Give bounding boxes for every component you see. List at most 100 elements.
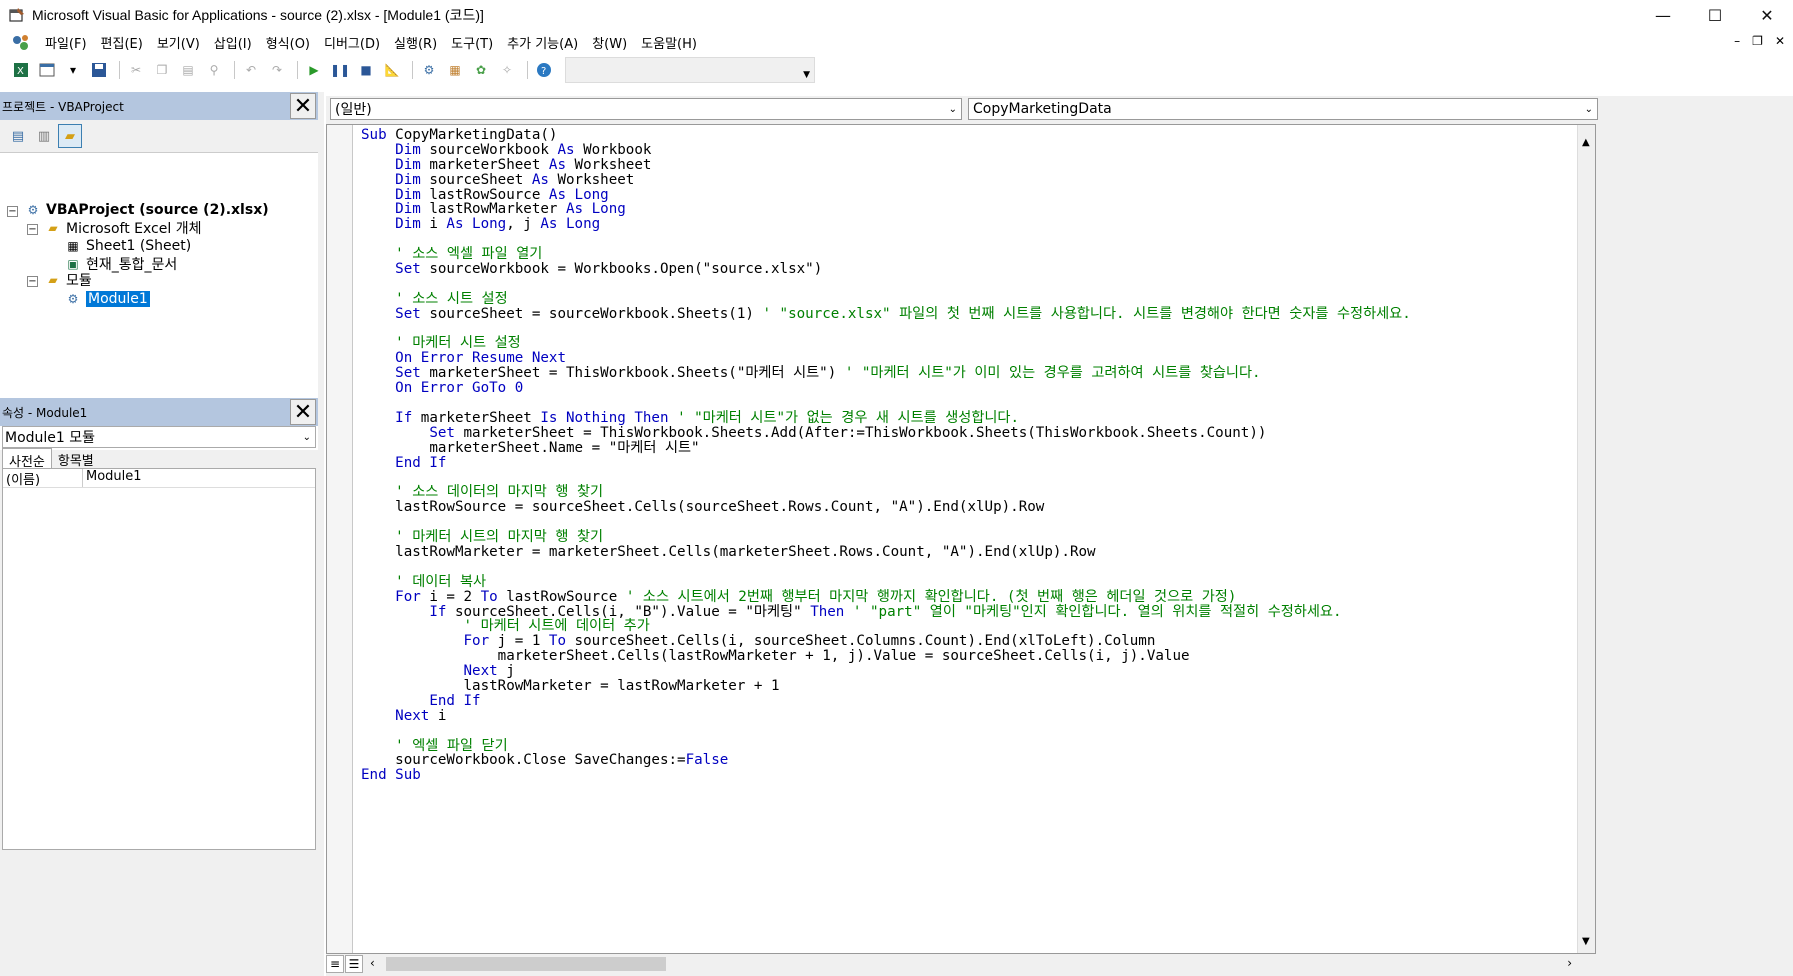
code-line[interactable]: Dim sourceWorkbook As Workbook bbox=[361, 142, 1411, 158]
break-button[interactable]: ❚❚ bbox=[329, 59, 351, 81]
procedure-view-button[interactable]: ≡ bbox=[326, 955, 344, 973]
toolbox-button[interactable]: ✧ bbox=[496, 59, 518, 81]
code-text[interactable]: Sub CopyMarketingData() Dim sourceWorkbo… bbox=[361, 127, 1411, 783]
chevron-down-icon[interactable]: ▼ bbox=[803, 70, 810, 80]
view-excel-button[interactable]: X bbox=[10, 59, 32, 81]
code-line[interactable]: ' 소스 엑셀 파일 열기 bbox=[361, 246, 1411, 262]
project-pane-close-icon[interactable]: ✕ bbox=[290, 93, 316, 119]
code-line[interactable]: marketerSheet.Name = "마케터 시트" bbox=[361, 440, 1411, 456]
menu-insert[interactable]: 삽입(I) bbox=[207, 33, 259, 52]
undo-button[interactable]: ↶ bbox=[240, 59, 262, 81]
full-module-view-button[interactable]: ☰ bbox=[345, 955, 363, 973]
code-line[interactable]: On Error Resume Next bbox=[361, 350, 1411, 366]
code-line[interactable] bbox=[361, 469, 1411, 484]
code-line[interactable] bbox=[361, 514, 1411, 529]
code-line[interactable]: Next j bbox=[361, 663, 1411, 679]
code-line[interactable]: For j = 1 To sourceSheet.Cells(i, source… bbox=[361, 633, 1411, 649]
property-value[interactable]: Module1 bbox=[83, 469, 142, 487]
tree-node-vbaproject[interactable]: ⚙ VBAProject (source (2).xlsx) bbox=[24, 200, 269, 220]
save-button[interactable] bbox=[88, 59, 110, 81]
project-explorer-button[interactable]: ⚙ bbox=[418, 59, 440, 81]
properties-window-button[interactable]: ▦ bbox=[444, 59, 466, 81]
code-line[interactable]: lastRowMarketer = lastRowMarketer + 1 bbox=[361, 678, 1411, 694]
properties-object-select[interactable]: Module1 모듈 ⌄ bbox=[2, 426, 316, 448]
code-line[interactable]: ' 데이터 복사 bbox=[361, 574, 1411, 590]
code-line[interactable]: sourceWorkbook.Close SaveChanges:=False bbox=[361, 752, 1411, 768]
view-code-button[interactable]: ▤ bbox=[6, 124, 30, 148]
code-line[interactable] bbox=[361, 395, 1411, 410]
mdi-restore-button[interactable]: ❐ bbox=[1752, 34, 1763, 48]
vba-project-menu-icon[interactable] bbox=[10, 33, 32, 53]
collapse-root-icon[interactable]: − bbox=[7, 206, 18, 217]
code-line[interactable]: Dim sourceSheet As Worksheet bbox=[361, 172, 1411, 188]
minimize-button[interactable]: — bbox=[1637, 0, 1689, 30]
horizontal-scrollbar[interactable]: ≡ ☰ ‹ › bbox=[326, 954, 1596, 974]
code-line[interactable]: Sub CopyMarketingData() bbox=[361, 127, 1411, 143]
menu-help[interactable]: 도움말(H) bbox=[634, 33, 704, 52]
code-line[interactable]: marketerSheet.Cells(lastRowMarketer + 1,… bbox=[361, 648, 1411, 664]
code-editor[interactable]: Sub CopyMarketingData() Dim sourceWorkbo… bbox=[326, 124, 1596, 954]
code-line[interactable]: On Error GoTo 0 bbox=[361, 380, 1411, 396]
properties-pane-close-icon[interactable]: ✕ bbox=[290, 399, 316, 425]
collapse-objects-icon[interactable]: − bbox=[27, 224, 38, 235]
menu-run[interactable]: 실행(R) bbox=[387, 33, 444, 52]
code-line[interactable]: Set sourceSheet = sourceWorkbook.Sheets(… bbox=[361, 306, 1411, 322]
code-line[interactable]: ' 마케터 시트에 데이터 추가 bbox=[361, 618, 1411, 634]
code-line[interactable]: Dim marketerSheet As Worksheet bbox=[361, 157, 1411, 173]
menu-tools[interactable]: 도구(T) bbox=[444, 33, 500, 52]
code-line[interactable]: End If bbox=[361, 693, 1411, 709]
code-line[interactable] bbox=[361, 276, 1411, 291]
tab-categorized[interactable]: 항목별 bbox=[52, 448, 100, 470]
object-browser-button[interactable]: ✿ bbox=[470, 59, 492, 81]
cut-button[interactable]: ✂ bbox=[125, 59, 147, 81]
code-line[interactable]: End Sub bbox=[361, 767, 1411, 783]
tree-node-sheet1[interactable]: ▦ Sheet1 (Sheet) bbox=[64, 236, 191, 256]
code-line[interactable] bbox=[361, 723, 1411, 738]
insert-userform-button[interactable] bbox=[36, 59, 58, 81]
pane-splitter[interactable] bbox=[318, 92, 324, 976]
code-line[interactable]: lastRowMarketer = marketerSheet.Cells(ma… bbox=[361, 544, 1411, 560]
scroll-up-icon[interactable]: ▲ bbox=[1582, 137, 1590, 148]
code-line[interactable] bbox=[361, 231, 1411, 246]
scroll-left-icon[interactable]: ‹ bbox=[370, 956, 375, 970]
menu-addins[interactable]: 추가 기능(A) bbox=[500, 33, 585, 52]
view-object-button[interactable]: ▥ bbox=[32, 124, 56, 148]
insert-dropdown-button[interactable]: ▾ bbox=[62, 59, 84, 81]
code-line[interactable]: ' 엑셀 파일 닫기 bbox=[361, 738, 1411, 754]
maximize-button[interactable]: ☐ bbox=[1689, 0, 1741, 30]
code-line[interactable]: Set marketerSheet = ThisWorkbook.Sheets.… bbox=[361, 425, 1411, 441]
copy-button[interactable]: ❐ bbox=[151, 59, 173, 81]
code-line[interactable] bbox=[361, 559, 1411, 574]
code-line[interactable]: End If bbox=[361, 455, 1411, 471]
close-button[interactable]: ✕ bbox=[1741, 0, 1793, 30]
code-line[interactable]: For i = 2 To lastRowSource ' 소스 시트에서 2번째… bbox=[361, 589, 1411, 605]
toggle-folders-button[interactable]: ▰ bbox=[58, 124, 82, 148]
menu-window[interactable]: 창(W) bbox=[585, 33, 634, 52]
menu-file[interactable]: 파일(F) bbox=[38, 33, 94, 52]
tab-alphabetic[interactable]: 사전순 bbox=[2, 448, 52, 470]
code-line[interactable]: lastRowSource = sourceSheet.Cells(source… bbox=[361, 499, 1411, 515]
vertical-scrollbar[interactable]: ▲ ▼ bbox=[1577, 125, 1595, 953]
help-button[interactable]: ? bbox=[533, 59, 555, 81]
scroll-right-icon[interactable]: › bbox=[1567, 956, 1572, 970]
code-line[interactable] bbox=[361, 321, 1411, 336]
reset-button[interactable]: ■ bbox=[355, 59, 377, 81]
property-row[interactable]: (이름) Module1 bbox=[3, 469, 315, 488]
procedure-combo[interactable]: CopyMarketingData ⌄ bbox=[968, 98, 1598, 120]
mdi-minimize-button[interactable]: – bbox=[1734, 34, 1740, 48]
code-line[interactable]: If marketerSheet Is Nothing Then ' "마케터 … bbox=[361, 410, 1411, 426]
code-line[interactable]: If sourceSheet.Cells(i, "B").Value = "마케… bbox=[361, 604, 1411, 620]
menu-debug[interactable]: 디버그(D) bbox=[317, 33, 387, 52]
code-line[interactable]: ' 마케터 시트 설정 bbox=[361, 335, 1411, 351]
code-line[interactable]: Set marketerSheet = ThisWorkbook.Sheets(… bbox=[361, 365, 1411, 381]
menu-view[interactable]: 보기(V) bbox=[150, 33, 207, 52]
code-line[interactable]: Next i bbox=[361, 708, 1411, 724]
mdi-close-button[interactable]: ✕ bbox=[1775, 34, 1785, 48]
menu-format[interactable]: 형식(O) bbox=[259, 33, 317, 52]
margin-indicator-bar[interactable] bbox=[327, 125, 353, 953]
code-line[interactable]: Dim lastRowMarketer As Long bbox=[361, 201, 1411, 217]
redo-button[interactable]: ↷ bbox=[266, 59, 288, 81]
code-line[interactable]: Set sourceWorkbook = Workbooks.Open("sou… bbox=[361, 261, 1411, 277]
find-button[interactable]: ⚲ bbox=[203, 59, 225, 81]
menu-edit[interactable]: 편집(E) bbox=[94, 33, 150, 52]
